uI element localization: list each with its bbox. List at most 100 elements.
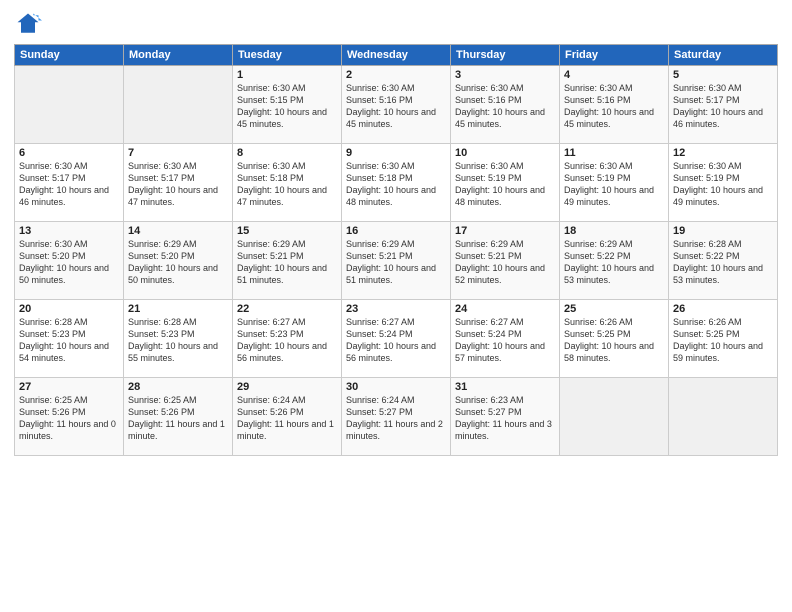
day-number: 10 — [455, 147, 555, 159]
day-info: Sunrise: 6:30 AM Sunset: 5:16 PM Dayligh… — [455, 82, 555, 131]
weekday-header: Friday — [560, 45, 669, 66]
day-number: 22 — [237, 303, 337, 315]
header — [14, 10, 778, 38]
day-number: 7 — [128, 147, 228, 159]
weekday-header: Monday — [124, 45, 233, 66]
day-number: 17 — [455, 225, 555, 237]
calendar-week-row: 6Sunrise: 6:30 AM Sunset: 5:17 PM Daylig… — [15, 144, 778, 222]
calendar-cell: 22Sunrise: 6:27 AM Sunset: 5:23 PM Dayli… — [233, 300, 342, 378]
day-number: 20 — [19, 303, 119, 315]
day-info: Sunrise: 6:24 AM Sunset: 5:26 PM Dayligh… — [237, 394, 337, 443]
day-info: Sunrise: 6:30 AM Sunset: 5:17 PM Dayligh… — [673, 82, 773, 131]
calendar-cell — [560, 378, 669, 456]
day-number: 31 — [455, 381, 555, 393]
day-info: Sunrise: 6:26 AM Sunset: 5:25 PM Dayligh… — [673, 316, 773, 365]
day-info: Sunrise: 6:30 AM Sunset: 5:17 PM Dayligh… — [128, 160, 228, 209]
day-info: Sunrise: 6:29 AM Sunset: 5:21 PM Dayligh… — [346, 238, 446, 287]
weekday-header: Sunday — [15, 45, 124, 66]
logo — [14, 10, 46, 38]
day-number: 14 — [128, 225, 228, 237]
calendar-cell: 23Sunrise: 6:27 AM Sunset: 5:24 PM Dayli… — [342, 300, 451, 378]
calendar-cell: 28Sunrise: 6:25 AM Sunset: 5:26 PM Dayli… — [124, 378, 233, 456]
calendar-cell: 16Sunrise: 6:29 AM Sunset: 5:21 PM Dayli… — [342, 222, 451, 300]
calendar-cell: 14Sunrise: 6:29 AM Sunset: 5:20 PM Dayli… — [124, 222, 233, 300]
calendar-cell: 18Sunrise: 6:29 AM Sunset: 5:22 PM Dayli… — [560, 222, 669, 300]
calendar-cell: 26Sunrise: 6:26 AM Sunset: 5:25 PM Dayli… — [669, 300, 778, 378]
day-info: Sunrise: 6:30 AM Sunset: 5:19 PM Dayligh… — [673, 160, 773, 209]
calendar: SundayMondayTuesdayWednesdayThursdayFrid… — [14, 44, 778, 456]
weekday-header: Tuesday — [233, 45, 342, 66]
day-number: 6 — [19, 147, 119, 159]
day-info: Sunrise: 6:28 AM Sunset: 5:22 PM Dayligh… — [673, 238, 773, 287]
calendar-cell: 24Sunrise: 6:27 AM Sunset: 5:24 PM Dayli… — [451, 300, 560, 378]
day-number: 5 — [673, 69, 773, 81]
calendar-week-row: 1Sunrise: 6:30 AM Sunset: 5:15 PM Daylig… — [15, 66, 778, 144]
day-number: 19 — [673, 225, 773, 237]
calendar-cell — [669, 378, 778, 456]
weekday-header: Thursday — [451, 45, 560, 66]
day-info: Sunrise: 6:30 AM Sunset: 5:16 PM Dayligh… — [346, 82, 446, 131]
calendar-cell: 20Sunrise: 6:28 AM Sunset: 5:23 PM Dayli… — [15, 300, 124, 378]
day-number: 27 — [19, 381, 119, 393]
day-number: 12 — [673, 147, 773, 159]
day-info: Sunrise: 6:28 AM Sunset: 5:23 PM Dayligh… — [19, 316, 119, 365]
logo-icon — [14, 10, 42, 38]
day-info: Sunrise: 6:27 AM Sunset: 5:24 PM Dayligh… — [346, 316, 446, 365]
day-info: Sunrise: 6:27 AM Sunset: 5:24 PM Dayligh… — [455, 316, 555, 365]
calendar-cell: 9Sunrise: 6:30 AM Sunset: 5:18 PM Daylig… — [342, 144, 451, 222]
day-number: 23 — [346, 303, 446, 315]
calendar-cell: 19Sunrise: 6:28 AM Sunset: 5:22 PM Dayli… — [669, 222, 778, 300]
day-info: Sunrise: 6:30 AM Sunset: 5:18 PM Dayligh… — [346, 160, 446, 209]
day-number: 3 — [455, 69, 555, 81]
calendar-cell: 29Sunrise: 6:24 AM Sunset: 5:26 PM Dayli… — [233, 378, 342, 456]
day-info: Sunrise: 6:30 AM Sunset: 5:17 PM Dayligh… — [19, 160, 119, 209]
day-number: 16 — [346, 225, 446, 237]
day-info: Sunrise: 6:30 AM Sunset: 5:19 PM Dayligh… — [564, 160, 664, 209]
day-number: 24 — [455, 303, 555, 315]
calendar-cell — [15, 66, 124, 144]
calendar-cell: 27Sunrise: 6:25 AM Sunset: 5:26 PM Dayli… — [15, 378, 124, 456]
day-info: Sunrise: 6:30 AM Sunset: 5:16 PM Dayligh… — [564, 82, 664, 131]
day-info: Sunrise: 6:24 AM Sunset: 5:27 PM Dayligh… — [346, 394, 446, 443]
day-info: Sunrise: 6:25 AM Sunset: 5:26 PM Dayligh… — [128, 394, 228, 443]
weekday-header: Saturday — [669, 45, 778, 66]
calendar-week-row: 27Sunrise: 6:25 AM Sunset: 5:26 PM Dayli… — [15, 378, 778, 456]
day-number: 21 — [128, 303, 228, 315]
day-number: 9 — [346, 147, 446, 159]
calendar-cell: 8Sunrise: 6:30 AM Sunset: 5:18 PM Daylig… — [233, 144, 342, 222]
day-number: 4 — [564, 69, 664, 81]
calendar-cell: 10Sunrise: 6:30 AM Sunset: 5:19 PM Dayli… — [451, 144, 560, 222]
day-info: Sunrise: 6:29 AM Sunset: 5:21 PM Dayligh… — [455, 238, 555, 287]
day-info: Sunrise: 6:29 AM Sunset: 5:22 PM Dayligh… — [564, 238, 664, 287]
day-info: Sunrise: 6:25 AM Sunset: 5:26 PM Dayligh… — [19, 394, 119, 443]
day-info: Sunrise: 6:27 AM Sunset: 5:23 PM Dayligh… — [237, 316, 337, 365]
day-info: Sunrise: 6:29 AM Sunset: 5:20 PM Dayligh… — [128, 238, 228, 287]
day-number: 25 — [564, 303, 664, 315]
calendar-cell: 5Sunrise: 6:30 AM Sunset: 5:17 PM Daylig… — [669, 66, 778, 144]
day-info: Sunrise: 6:30 AM Sunset: 5:15 PM Dayligh… — [237, 82, 337, 131]
day-number: 15 — [237, 225, 337, 237]
day-number: 29 — [237, 381, 337, 393]
calendar-cell: 11Sunrise: 6:30 AM Sunset: 5:19 PM Dayli… — [560, 144, 669, 222]
calendar-cell: 31Sunrise: 6:23 AM Sunset: 5:27 PM Dayli… — [451, 378, 560, 456]
calendar-header-row: SundayMondayTuesdayWednesdayThursdayFrid… — [15, 45, 778, 66]
day-info: Sunrise: 6:30 AM Sunset: 5:18 PM Dayligh… — [237, 160, 337, 209]
calendar-cell: 6Sunrise: 6:30 AM Sunset: 5:17 PM Daylig… — [15, 144, 124, 222]
day-number: 28 — [128, 381, 228, 393]
calendar-cell: 12Sunrise: 6:30 AM Sunset: 5:19 PM Dayli… — [669, 144, 778, 222]
day-info: Sunrise: 6:30 AM Sunset: 5:19 PM Dayligh… — [455, 160, 555, 209]
day-number: 11 — [564, 147, 664, 159]
calendar-cell: 2Sunrise: 6:30 AM Sunset: 5:16 PM Daylig… — [342, 66, 451, 144]
calendar-cell: 13Sunrise: 6:30 AM Sunset: 5:20 PM Dayli… — [15, 222, 124, 300]
day-info: Sunrise: 6:26 AM Sunset: 5:25 PM Dayligh… — [564, 316, 664, 365]
calendar-week-row: 13Sunrise: 6:30 AM Sunset: 5:20 PM Dayli… — [15, 222, 778, 300]
day-number: 2 — [346, 69, 446, 81]
day-number: 18 — [564, 225, 664, 237]
calendar-cell: 21Sunrise: 6:28 AM Sunset: 5:23 PM Dayli… — [124, 300, 233, 378]
day-info: Sunrise: 6:23 AM Sunset: 5:27 PM Dayligh… — [455, 394, 555, 443]
calendar-cell: 30Sunrise: 6:24 AM Sunset: 5:27 PM Dayli… — [342, 378, 451, 456]
day-info: Sunrise: 6:30 AM Sunset: 5:20 PM Dayligh… — [19, 238, 119, 287]
calendar-cell: 15Sunrise: 6:29 AM Sunset: 5:21 PM Dayli… — [233, 222, 342, 300]
calendar-cell: 3Sunrise: 6:30 AM Sunset: 5:16 PM Daylig… — [451, 66, 560, 144]
day-number: 8 — [237, 147, 337, 159]
